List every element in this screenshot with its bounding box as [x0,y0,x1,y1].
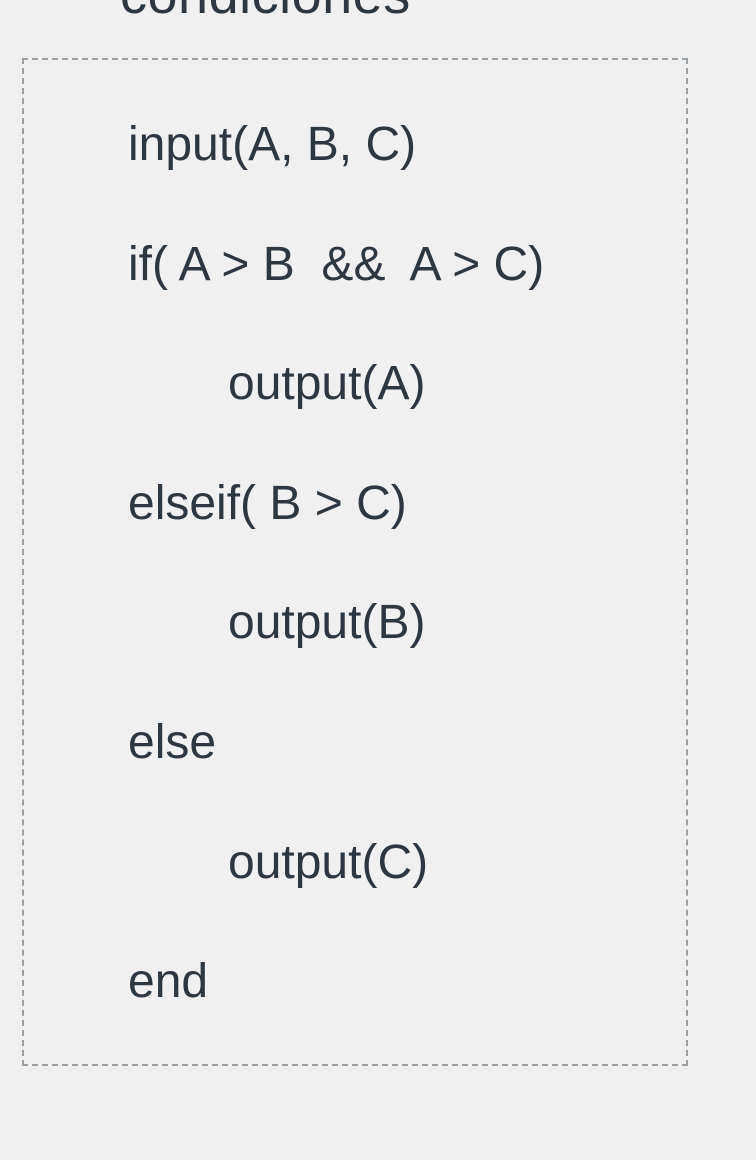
code-line: output(A) [128,355,686,413]
code-line: output(B) [128,594,686,652]
code-line: output(C) [128,834,686,892]
code-line: else [128,714,686,772]
code-line: elseif( B > C) [128,475,686,533]
pseudocode-block: input(A, B, C) if( A > B && A > C) outpu… [22,58,688,1066]
section-heading: condiciones [120,0,411,26]
code-line: input(A, B, C) [128,116,686,174]
code-line: if( A > B && A > C) [128,236,686,294]
code-line: end [128,953,686,1011]
